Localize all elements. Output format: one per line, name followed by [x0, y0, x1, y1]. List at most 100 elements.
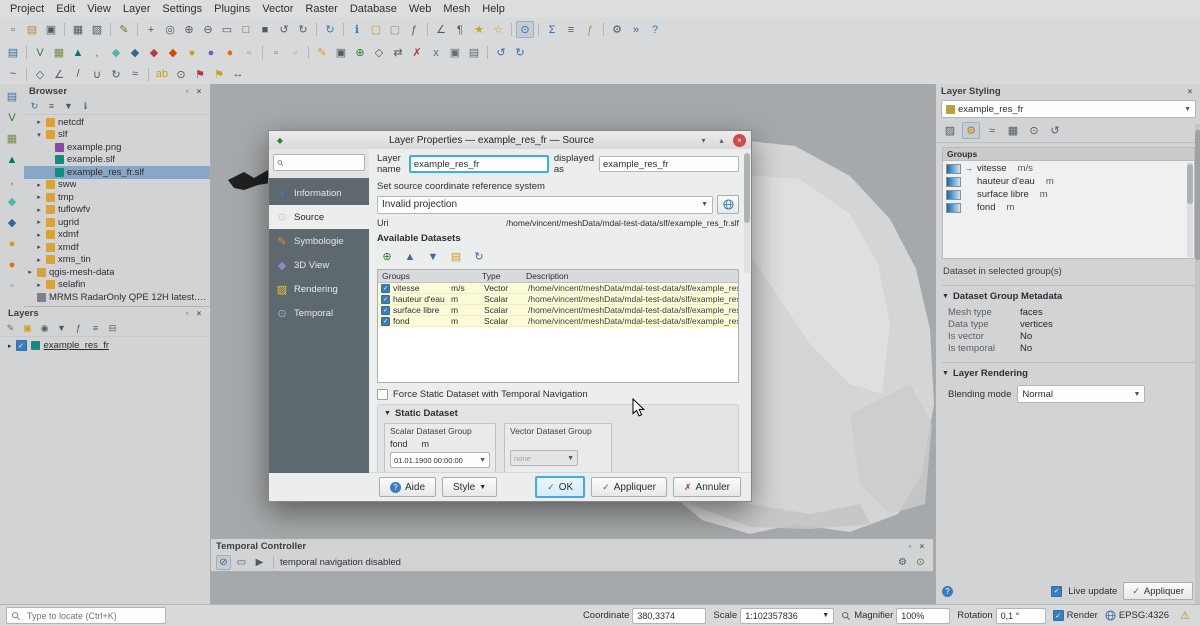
add-virtual-layer-icon[interactable]: ▫ — [3, 277, 21, 294]
add-spatialite-layer-icon[interactable]: ◆ — [107, 44, 125, 61]
tree-expander-icon[interactable]: ▸ — [35, 281, 43, 289]
help-icon[interactable]: ? — [942, 586, 953, 597]
pan-to-selection-icon[interactable]: ◎ — [161, 21, 179, 38]
zoom-next-icon[interactable]: ↻ — [294, 21, 312, 38]
delete-selected-icon[interactable]: ✗ — [408, 44, 426, 61]
cut-features-icon[interactable]: x — [427, 44, 445, 61]
new-geopackage-layer-icon[interactable]: ▫ — [267, 44, 285, 61]
open-data-source-manager-icon[interactable]: ▤ — [4, 44, 22, 61]
filter-browser-icon[interactable]: ▼ — [61, 99, 76, 113]
properties-tab-rendering[interactable]: ▨Rendering — [269, 277, 369, 301]
show-bookmarks-icon[interactable]: ☆ — [489, 21, 507, 38]
scale-select[interactable]: 1:102357836 ▼ — [740, 608, 834, 624]
new-bookmark-icon[interactable]: ★ — [470, 21, 488, 38]
layer-rendering-section-header[interactable]: ▼ Layer Rendering — [942, 362, 1195, 379]
select-features-icon[interactable]: ▢ — [367, 21, 385, 38]
collapse-arrow-icon[interactable]: ▼ — [942, 293, 949, 300]
styling-tab-history-icon[interactable]: ↺ — [1046, 122, 1064, 139]
browser-item-xms-tin[interactable]: ▸xms_tin — [24, 254, 210, 267]
deselect-features-icon[interactable]: ▢ — [386, 21, 404, 38]
scrollbar-thumb[interactable] — [1195, 130, 1200, 260]
map-tips-icon[interactable]: ¶ — [451, 21, 469, 38]
render-checkbox[interactable]: ✓ — [1053, 610, 1064, 621]
refresh-browser-icon[interactable]: ↻ — [27, 99, 42, 113]
scalar-time-select[interactable]: 01.01.1900 00:00:00 ▼ — [390, 452, 490, 468]
tree-expander-icon[interactable]: ▸ — [35, 193, 43, 201]
rotation-input[interactable]: 0,1 ° — [996, 608, 1046, 624]
menu-project[interactable]: Project — [4, 2, 50, 16]
tree-expander-icon[interactable]: ▸ — [35, 218, 43, 226]
dataset-checkbox[interactable]: ✓ — [381, 284, 390, 293]
crs-select[interactable]: Invalid projection ▼ — [377, 196, 713, 214]
browser-item-example-slf[interactable]: example.slf — [24, 154, 210, 167]
live-update-checkbox[interactable]: ✓ — [1051, 586, 1062, 597]
browser-item-ugrid[interactable]: ▸ugrid — [24, 216, 210, 229]
menu-web[interactable]: Web — [403, 2, 437, 16]
add-virtual-layer-icon[interactable]: ▫ — [240, 44, 258, 61]
copy-features-icon[interactable]: ▣ — [446, 44, 464, 61]
split-features-icon[interactable]: / — [69, 66, 87, 83]
animated-navigation-icon[interactable]: ▶ — [252, 555, 267, 570]
styling-layer-select[interactable]: example_res_fr ▼ — [941, 100, 1196, 118]
collapse-arrow-icon[interactable]: ▼ — [384, 410, 391, 417]
move-feature-icon[interactable]: ⇄ — [389, 44, 407, 61]
collapse-all-icon[interactable]: ≡ — [44, 99, 59, 113]
layer-name-input[interactable] — [409, 155, 549, 173]
help-button[interactable]: ? Aide — [379, 477, 436, 497]
browser-item-xmdf[interactable]: ▸xmdf — [24, 241, 210, 254]
select-by-expression-icon[interactable]: ƒ — [405, 21, 423, 38]
styling-apply-button[interactable]: ✓ Appliquer — [1123, 582, 1193, 600]
new-project-icon[interactable]: ▫ — [4, 21, 22, 38]
scrollbar-thumb[interactable] — [744, 153, 750, 223]
browser-item-slf[interactable]: ▾slf — [24, 129, 210, 142]
add-feature-icon[interactable]: ⊕ — [351, 44, 369, 61]
properties-tab-information[interactable]: ℹInformation — [269, 181, 369, 205]
move-label-icon[interactable]: ↔ — [229, 66, 247, 83]
add-postgis-layer-icon[interactable]: ◆ — [126, 44, 144, 61]
tree-expander-icon[interactable]: ▸ — [35, 181, 43, 189]
close-panel-icon[interactable]: × — [193, 307, 205, 319]
expand-all-layers-icon[interactable]: ≡ — [88, 321, 103, 335]
data-source-manager-icon[interactable]: ▤ — [3, 88, 21, 105]
dataset-checkbox[interactable]: ✓ — [381, 306, 390, 315]
dataset-row-hauteur-d-eau[interactable]: ✓hauteur d'eaumScalar/home/vincent/meshD… — [378, 294, 738, 305]
browser-properties-icon[interactable]: ℹ — [78, 99, 93, 113]
styling-tab-3d-view-icon[interactable]: ⊙ — [1025, 122, 1043, 139]
browser-item-example-res-fr-slf[interactable]: example_res_fr.slf — [24, 166, 210, 179]
add-delimited-text-layer-icon[interactable]: , — [3, 172, 21, 189]
dataset-group-surface-libre[interactable]: surface librem — [943, 188, 1194, 201]
tree-expander-icon[interactable]: ▸ — [35, 231, 43, 239]
field-calculator-icon[interactable]: ƒ — [581, 21, 599, 38]
tree-expander-icon[interactable]: ▸ — [26, 268, 34, 276]
browser-item-xdmf[interactable]: ▸xdmf — [24, 229, 210, 242]
pan-map-icon[interactable]: + — [142, 21, 160, 38]
properties-search-box[interactable] — [273, 154, 365, 171]
collapse-dataset-tree-icon[interactable]: ▲ — [400, 247, 420, 266]
add-mssql-layer-icon[interactable]: ◆ — [145, 44, 163, 61]
measure-line-icon[interactable]: ∠ — [432, 21, 450, 38]
temporal-navigation-off-icon[interactable]: ⊘ — [216, 555, 231, 570]
add-raster-layer-icon[interactable]: ▦ — [50, 44, 68, 61]
styling-tab-symbology-icon[interactable]: ▨ — [941, 122, 959, 139]
browser-item-mrms-radaronly-qpe-12h-latest-grib2[interactable]: MRMS RadarOnly QPE 12H latest.grib2 — [24, 291, 210, 304]
styling-tab-mesh-frame-icon[interactable]: ▦ — [1004, 122, 1022, 139]
add-wfs-layer-icon[interactable]: ● — [3, 256, 21, 273]
export-animation-icon[interactable]: ⊙ — [913, 555, 928, 570]
tree-expander-icon[interactable]: ▸ — [35, 206, 43, 214]
tree-expander-icon[interactable]: ▸ — [35, 118, 43, 126]
style-button[interactable]: Style ▼ — [442, 477, 497, 497]
add-mesh-layer-icon[interactable]: ▲ — [69, 44, 87, 61]
dataset-row-surface-libre[interactable]: ✓surface libremScalar/home/vincent/meshD… — [378, 305, 738, 316]
menu-view[interactable]: View — [81, 2, 117, 16]
manage-map-themes-icon[interactable]: ◉ — [37, 321, 52, 335]
vertex-tool-icon[interactable]: ◇ — [370, 44, 388, 61]
messages-warning-icon[interactable]: ⚠ — [1176, 607, 1194, 624]
metadata-section-header[interactable]: ▼ Dataset Group Metadata — [942, 285, 1195, 302]
tree-expander-icon[interactable]: ▾ — [35, 131, 43, 139]
python-console-icon[interactable]: » — [627, 21, 645, 38]
filter-legend-icon[interactable]: ▼ — [54, 321, 69, 335]
zoom-out-icon[interactable]: ⊖ — [199, 21, 217, 38]
add-vector-layer-icon[interactable]: V — [3, 109, 21, 126]
static-dataset-header[interactable]: ▼ Static Dataset — [384, 408, 732, 419]
temporal-settings-gear-icon[interactable]: ⚙ — [895, 555, 910, 570]
